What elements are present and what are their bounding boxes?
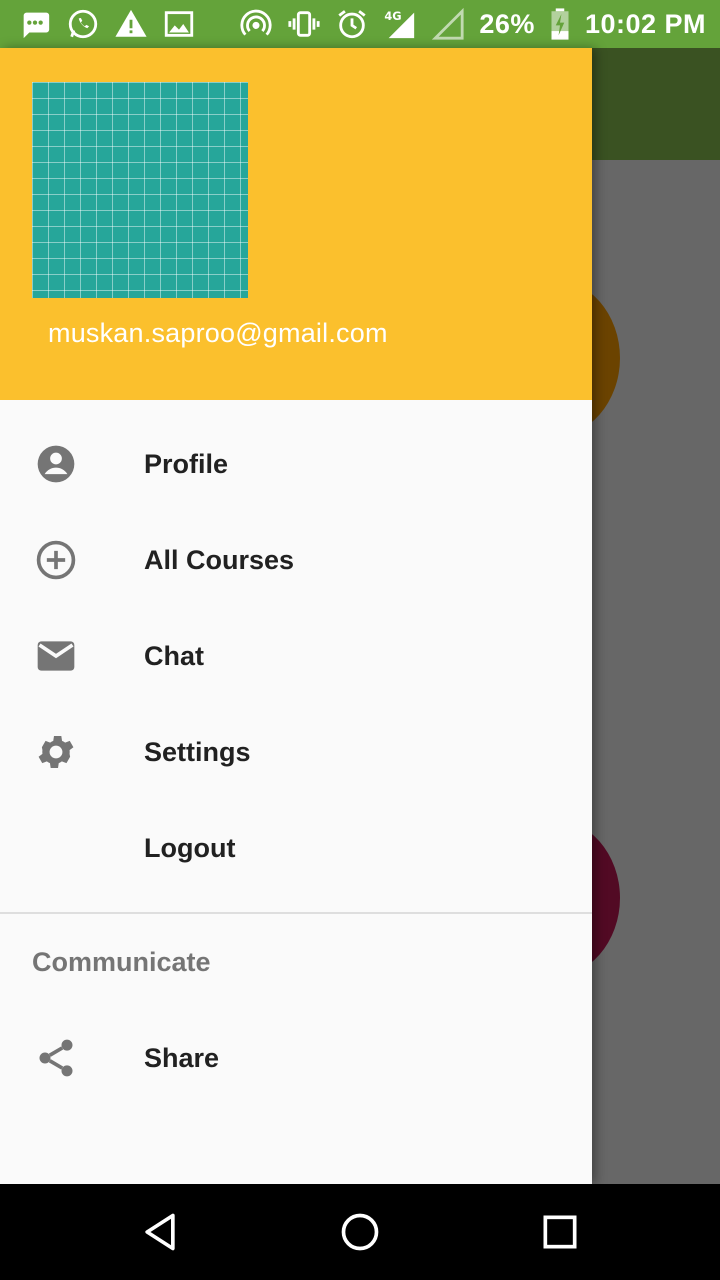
menu-item-settings[interactable]: Settings [0,704,592,800]
screen: 4G 26% 10:02 PM muskan.saproo@gmail.com [0,0,720,1280]
menu-label: Profile [144,448,229,479]
menu-item-logout[interactable]: Logout [0,800,592,896]
share-icon [34,1036,78,1080]
gear-icon [34,730,78,774]
whatsapp-icon [66,7,100,41]
system-nav-bar [0,1184,720,1280]
svg-text:4G: 4G [385,9,402,23]
clock: 10:02 PM [584,8,706,39]
hotspot-icon [239,7,273,41]
menu-label: Chat [144,640,204,671]
status-bar: 4G 26% 10:02 PM [0,0,720,48]
menu-item-all-courses[interactable]: All Courses [0,512,592,608]
navigation-drawer: muskan.saproo@gmail.com Profile All Cour… [0,48,592,1184]
section-title: Communicate [32,946,211,977]
menu-item-chat[interactable]: Chat [0,608,592,704]
menu-label: Logout [144,832,236,863]
drawer-menu: Profile All Courses Chat Settings Logout… [0,400,592,1106]
drawer-header: muskan.saproo@gmail.com [0,48,592,400]
avatar[interactable] [32,82,248,298]
account-circle-icon [34,442,78,486]
vibrate-icon [287,7,321,41]
add-circle-icon [34,538,78,582]
image-icon [162,7,196,41]
recents-icon[interactable] [538,1210,582,1254]
chat-bubble-icon [18,7,52,41]
mail-icon [34,634,78,678]
warning-icon [114,7,148,41]
battery-charging-icon [549,7,571,41]
menu-label: All Courses [144,544,295,575]
user-email: muskan.saproo@gmail.com [48,318,388,348]
menu-item-share[interactable]: Share [0,1010,592,1106]
battery-percent: 26% [479,8,535,39]
menu-label: Share [144,1042,220,1073]
menu-item-profile[interactable]: Profile [0,416,592,512]
menu-label: Settings [144,736,251,767]
signal-4g-icon: 4G [383,7,417,41]
signal-icon [431,7,465,41]
home-icon[interactable] [338,1210,382,1254]
back-icon[interactable] [138,1210,182,1254]
alarm-icon [335,7,369,41]
